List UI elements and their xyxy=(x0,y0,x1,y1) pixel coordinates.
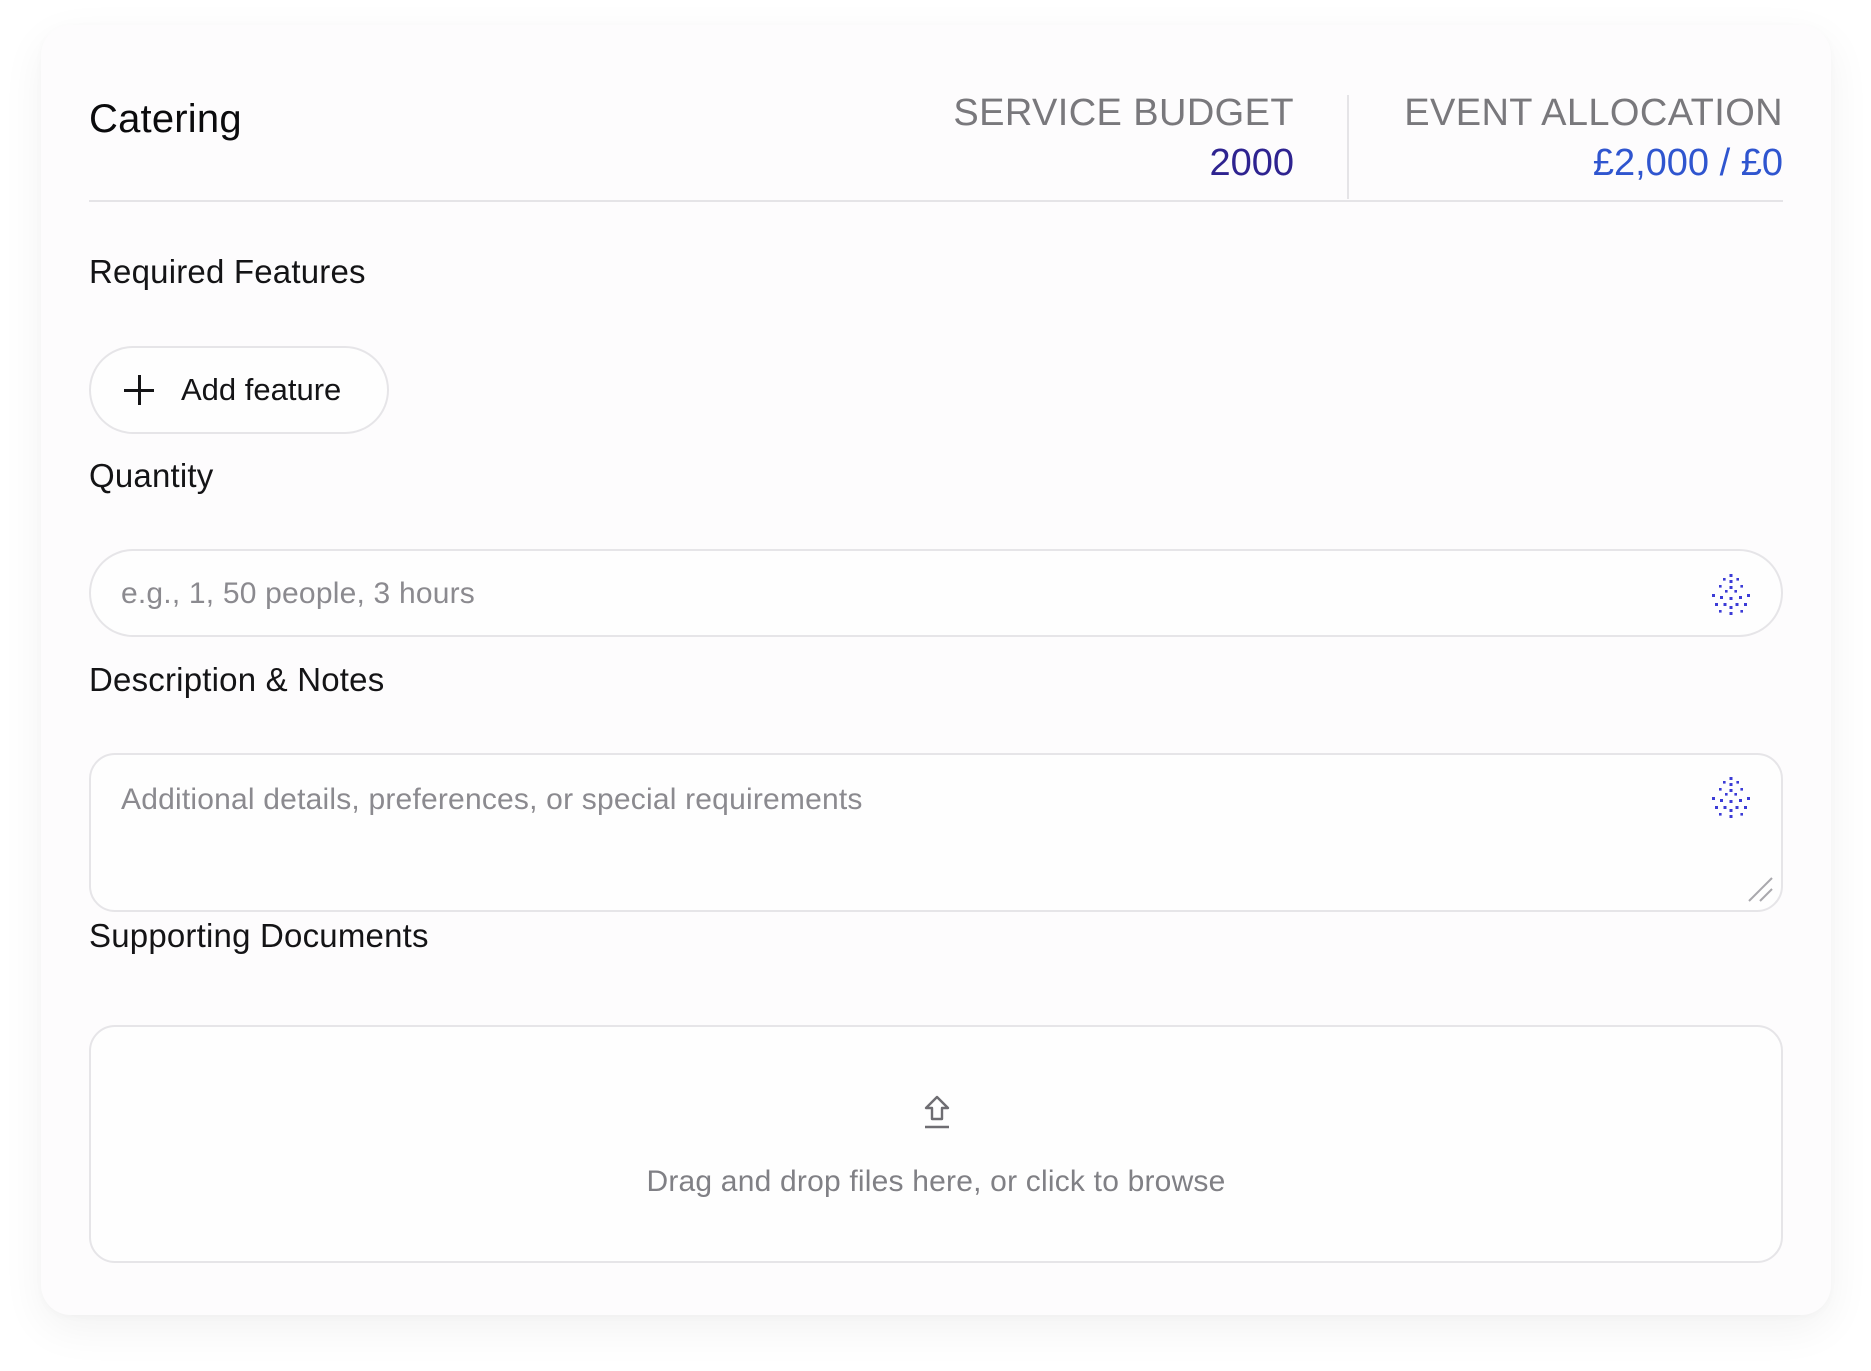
service-budget-stat: SERVICE BUDGET 2000 xyxy=(953,91,1294,186)
event-allocation-label: EVENT ALLOCATION xyxy=(1404,92,1783,134)
catering-card: Catering SERVICE BUDGET 2000 EVENT ALLOC… xyxy=(41,25,1831,1315)
quantity-placeholder: e.g., 1, 50 people, 3 hours xyxy=(121,577,475,610)
required-features-label: Required Features xyxy=(89,253,366,290)
add-feature-button[interactable]: Add feature xyxy=(89,346,389,434)
plus-icon xyxy=(124,375,154,405)
header-divider xyxy=(1347,95,1349,199)
event-allocation-value: £2,000 / £0 xyxy=(1592,141,1783,184)
event-allocation-stat: EVENT ALLOCATION £2,000 / £0 xyxy=(1404,91,1783,186)
upload-icon xyxy=(924,1095,950,1129)
description-placeholder: Additional details, preferences, or spec… xyxy=(121,783,863,816)
resize-handle[interactable] xyxy=(1745,874,1775,904)
description-textarea[interactable]: Additional details, preferences, or spec… xyxy=(89,753,1783,912)
description-label: Description & Notes xyxy=(89,661,385,698)
service-budget-label: SERVICE BUDGET xyxy=(953,92,1294,134)
card-header: Catering SERVICE BUDGET 2000 EVENT ALLOC… xyxy=(89,65,1783,202)
sparkle-dots-icon[interactable] xyxy=(1709,572,1753,616)
add-feature-label: Add feature xyxy=(181,372,342,407)
sparkle-dots-icon[interactable] xyxy=(1709,775,1753,819)
supporting-documents-label: Supporting Documents xyxy=(89,917,429,954)
dropzone-text: Drag and drop files here, or click to br… xyxy=(646,1165,1226,1198)
quantity-label: Quantity xyxy=(89,457,214,494)
file-dropzone[interactable]: Drag and drop files here, or click to br… xyxy=(89,1025,1783,1263)
service-budget-value: 2000 xyxy=(1209,141,1294,184)
quantity-input[interactable]: e.g., 1, 50 people, 3 hours xyxy=(89,549,1783,637)
page-title: Catering xyxy=(89,97,242,141)
